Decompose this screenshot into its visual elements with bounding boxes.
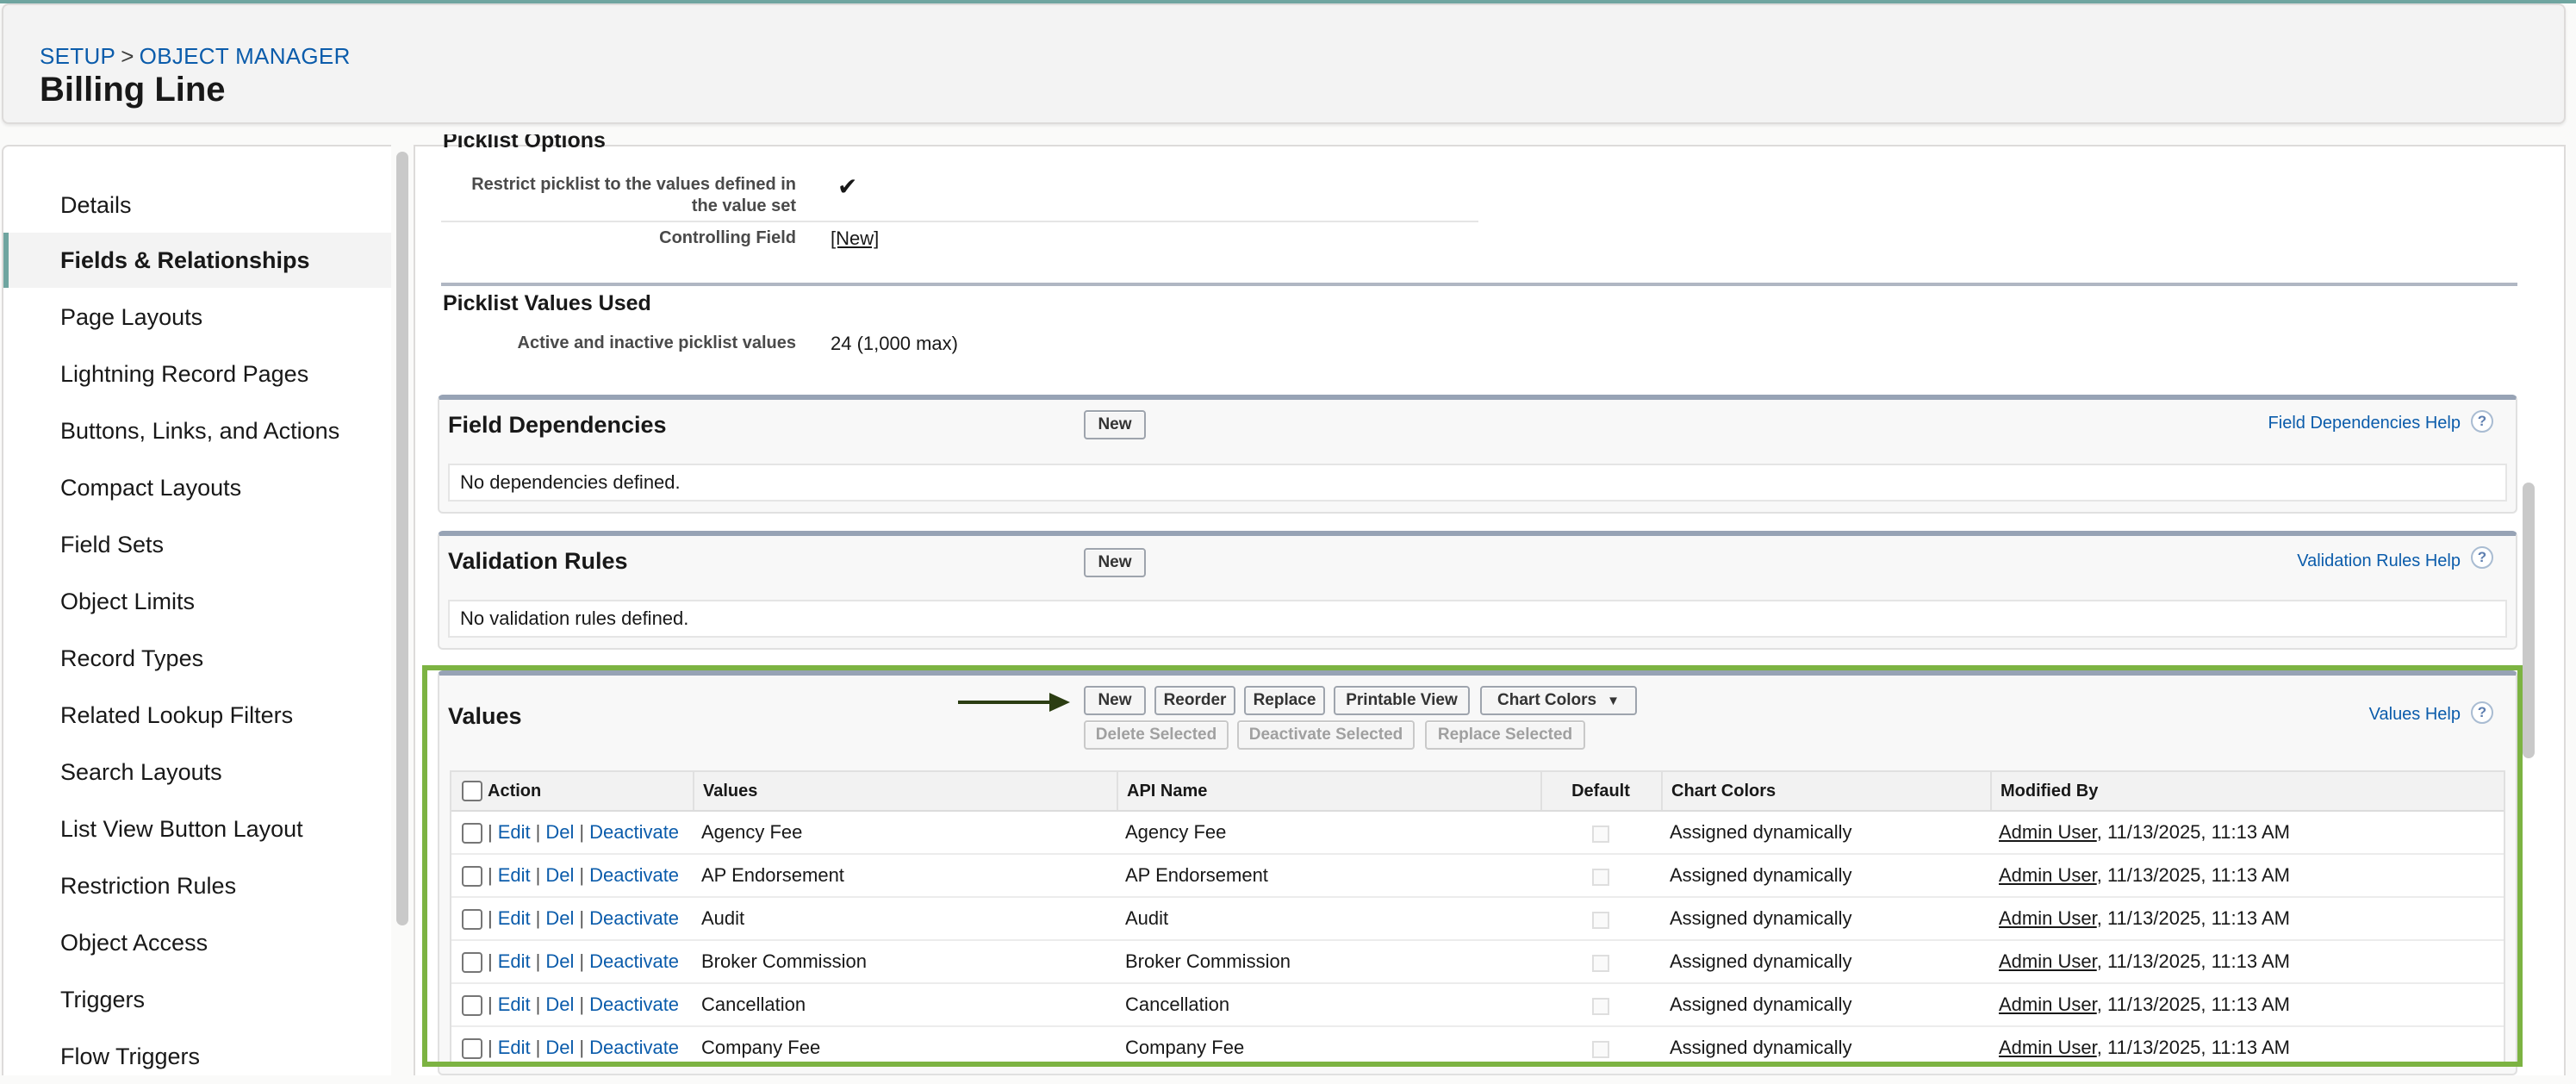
sidebar-item-lightning-record-pages[interactable]: Lightning Record Pages bbox=[3, 346, 391, 402]
field-dependencies-help-link[interactable]: Field Dependencies Help bbox=[2197, 414, 2461, 433]
breadcrumb: SETUP > OBJECT MANAGER bbox=[40, 43, 351, 70]
sidebar-item-record-types[interactable]: Record Types bbox=[3, 631, 391, 686]
page-header: SETUP > OBJECT MANAGER Billing Line bbox=[2, 3, 2566, 124]
sidebar-item-search-layouts[interactable]: Search Layouts bbox=[3, 744, 391, 800]
sidebar-item-list-view-button-layout[interactable]: List View Button Layout bbox=[3, 801, 391, 857]
field-dependencies-new-button[interactable]: New bbox=[1084, 410, 1146, 439]
section-divider bbox=[441, 283, 2517, 286]
sidebar-item-object-access[interactable]: Object Access bbox=[3, 915, 391, 970]
sidebar-item-fields-relationships[interactable]: Fields & Relationships bbox=[3, 233, 391, 288]
sidebar-scrollbar[interactable] bbox=[396, 152, 408, 925]
restrict-picklist-label-line2: the value set bbox=[691, 196, 796, 215]
picklist-values-used-title: Picklist Values Used bbox=[443, 291, 651, 315]
no-dependencies-message: No dependencies defined. bbox=[448, 464, 2507, 502]
sidebar-item-details[interactable]: Details bbox=[3, 178, 391, 233]
breadcrumb-object-manager-link[interactable]: OBJECT MANAGER bbox=[140, 43, 351, 69]
help-icon[interactable]: ? bbox=[2471, 410, 2493, 433]
sidebar-item-compact-layouts[interactable]: Compact Layouts bbox=[3, 460, 391, 515]
controlling-field-label: Controlling Field bbox=[659, 228, 796, 247]
validation-rules-help-link[interactable]: Validation Rules Help bbox=[2240, 551, 2461, 571]
sidebar-item-related-lookup-filters[interactable]: Related Lookup Filters bbox=[3, 688, 391, 743]
values-highlight-box bbox=[422, 665, 2523, 1067]
sidebar-item-page-layouts[interactable]: Page Layouts bbox=[3, 290, 391, 345]
restrict-checkmark-icon: ✔ bbox=[837, 173, 858, 200]
sidebar-item-buttons-links-actions[interactable]: Buttons, Links, and Actions bbox=[3, 403, 391, 458]
field-dependencies-title: Field Dependencies bbox=[448, 412, 667, 438]
breadcrumb-setup-link[interactable]: SETUP bbox=[40, 43, 115, 69]
help-icon[interactable]: ? bbox=[2471, 546, 2493, 569]
controlling-field-new-link[interactable]: [New] bbox=[831, 227, 879, 250]
sidebar-item-restriction-rules[interactable]: Restriction Rules bbox=[3, 858, 391, 913]
sidebar-item-flow-triggers[interactable]: Flow Triggers bbox=[3, 1029, 391, 1084]
validation-rules-title: Validation Rules bbox=[448, 548, 628, 574]
sidebar-item-triggers[interactable]: Triggers bbox=[3, 972, 391, 1027]
divider bbox=[441, 221, 1478, 222]
active-inactive-values-count: 24 (1,000 max) bbox=[831, 333, 958, 354]
page-title: Billing Line bbox=[40, 71, 226, 109]
validation-rules-new-button[interactable]: New bbox=[1084, 548, 1146, 577]
restrict-picklist-label: Restrict picklist to the values defined … bbox=[448, 174, 796, 217]
sidebar: Details Fields & Relationships Page Layo… bbox=[2, 145, 391, 1075]
sidebar-item-field-sets[interactable]: Field Sets bbox=[3, 517, 391, 572]
sidebar-item-object-limits[interactable]: Object Limits bbox=[3, 574, 391, 629]
no-validation-rules-message: No validation rules defined. bbox=[448, 600, 2507, 638]
active-inactive-values-label: Active and inactive picklist values bbox=[517, 333, 796, 352]
picklist-options-title: Picklist Options bbox=[443, 134, 606, 153]
restrict-picklist-label-line1: Restrict picklist to the values defined … bbox=[471, 175, 796, 194]
main-scrollbar[interactable] bbox=[2523, 483, 2535, 758]
breadcrumb-separator: > bbox=[121, 43, 134, 69]
